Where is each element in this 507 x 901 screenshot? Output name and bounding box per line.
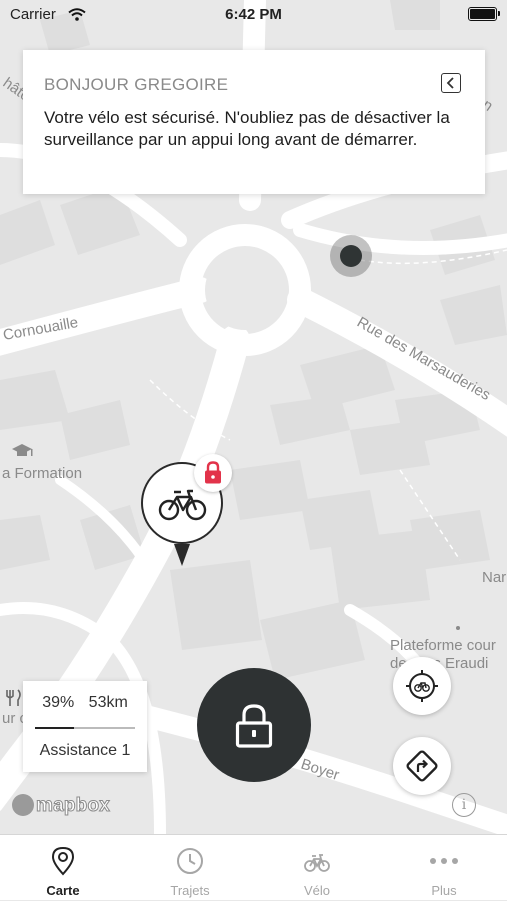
more-dots-icon <box>430 858 458 864</box>
tab-velo[interactable]: Vélo <box>254 835 380 901</box>
tab-trajets[interactable]: Trajets <box>127 835 253 901</box>
greeting-message: Votre vélo est sécurisé. N'oubliez pas d… <box>44 108 450 149</box>
bike-locked-badge <box>194 454 232 492</box>
collapse-card-button[interactable] <box>441 73 461 93</box>
greeting-title: BONJOUR GREGOIRE <box>44 75 229 94</box>
bike-target-icon <box>406 670 438 702</box>
poi-label: a Formation <box>2 465 82 482</box>
battery-icon <box>468 7 500 21</box>
lock-toggle-button[interactable] <box>197 668 311 782</box>
map-pin-icon <box>51 846 75 876</box>
tab-bar: Carte Trajets Vélo Plus <box>0 834 507 900</box>
assist-level: Assistance 1 <box>39 742 131 759</box>
greeting-card: BONJOUR GREGOIRE Votre vélo est sécurisé… <box>23 50 485 194</box>
bike-stats-panel[interactable]: 39% 53km Assistance 1 <box>23 681 147 772</box>
battery-progress-fill <box>35 727 74 729</box>
tab-carte[interactable]: Carte <box>0 835 126 901</box>
attribution-info-button[interactable]: i <box>452 793 476 817</box>
mapbox-wordmark: mapbox <box>35 795 111 817</box>
mapbox-logo-icon <box>12 794 34 816</box>
status-time: 6:42 PM <box>225 6 282 23</box>
tab-label: Vélo <box>303 883 331 898</box>
directions-button[interactable] <box>393 737 451 795</box>
status-bar: Carrier 6:42 PM <box>0 0 507 30</box>
user-location-marker <box>330 235 372 277</box>
battery-progress-bar <box>35 727 135 729</box>
tab-label: Trajets <box>170 883 210 898</box>
poi-label: Plateforme cour <box>390 637 496 654</box>
directions-icon <box>406 750 438 782</box>
padlock-icon <box>205 461 221 484</box>
locate-bike-button[interactable] <box>393 657 451 715</box>
padlock-icon <box>235 704 273 748</box>
range-km: 53km <box>88 694 128 711</box>
mapbox-logo[interactable]: mapbox <box>12 794 110 817</box>
bike-pin-tail <box>174 544 190 566</box>
bicycle-icon <box>304 854 330 872</box>
clock-icon <box>177 848 203 874</box>
battery-percent: 39% <box>42 694 75 711</box>
tab-label: Plus <box>431 883 457 898</box>
street-label: Nar <box>482 569 506 586</box>
chevron-left-icon <box>446 77 454 89</box>
tab-plus[interactable]: Plus <box>381 835 507 901</box>
tab-label: Carte <box>46 883 80 898</box>
